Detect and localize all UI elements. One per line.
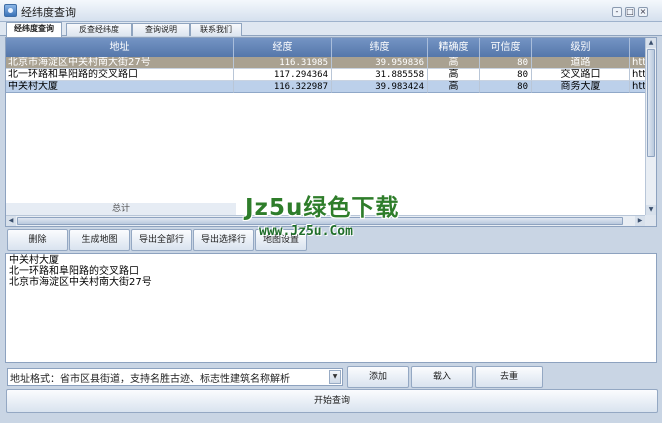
window-title: 经纬度查询 xyxy=(21,6,76,19)
cell-precision: 高 xyxy=(428,57,480,69)
table-row[interactable]: 中关村大厦 116.322987 39.983424 高 80 商务大厦 htt xyxy=(6,81,646,93)
result-line: 北京市海淀区中关村南大街27号 xyxy=(9,277,152,288)
horizontal-scroll-thumb[interactable] xyxy=(17,217,623,225)
cell-precision: 高 xyxy=(428,69,480,81)
cell-confidence: 80 xyxy=(480,81,532,93)
cell-latitude: 39.959836 xyxy=(332,57,428,69)
cell-url: htt xyxy=(630,81,646,93)
cell-level: 商务大厦 xyxy=(532,81,630,93)
tab-reverse-lookup[interactable]: 反查经纬度 xyxy=(66,23,132,36)
vertical-scroll-thumb[interactable] xyxy=(647,49,655,157)
cell-level: 交叉路口 xyxy=(532,69,630,81)
result-line: 中关村大厦 xyxy=(9,255,59,266)
scroll-up-arrow-icon[interactable]: ▲ xyxy=(646,38,656,48)
cell-address: 北一环路和阜阳路的交叉路口 xyxy=(6,69,234,81)
results-textarea[interactable]: 中关村大厦 北一环路和阜阳路的交叉路口 北京市海淀区中关村南大街27号 xyxy=(5,253,657,363)
cell-url: htt xyxy=(630,69,646,81)
add-button[interactable]: 添加 xyxy=(347,366,409,388)
cell-longitude: 116.322987 xyxy=(234,81,332,93)
table-header: 地址 经度 纬度 精确度 可信度 级别 xyxy=(6,38,646,57)
column-header-longitude[interactable]: 经度 xyxy=(234,38,332,57)
delete-button[interactable]: 删除 xyxy=(7,229,68,251)
tab-query-help[interactable]: 查询说明 xyxy=(132,23,190,36)
export-all-button[interactable]: 导出全部行 xyxy=(131,229,192,251)
scroll-left-arrow-icon[interactable]: ◀ xyxy=(6,216,16,226)
cell-latitude: 39.983424 xyxy=(332,81,428,93)
cell-level: 道路 xyxy=(532,57,630,69)
tab-bar: 经纬度查询 反查经纬度 查询说明 联系我们 xyxy=(0,22,662,37)
cell-longitude: 117.294364 xyxy=(234,69,332,81)
column-header-latitude[interactable]: 纬度 xyxy=(332,38,428,57)
tab-contact-us[interactable]: 联系我们 xyxy=(190,23,242,36)
result-line: 北一环路和阜阳路的交叉路口 xyxy=(9,266,139,277)
table-row[interactable]: 北一环路和阜阳路的交叉路口 117.294364 31.885558 高 80 … xyxy=(6,69,646,81)
cell-precision: 高 xyxy=(428,81,480,93)
table-row[interactable]: 北京市海淀区中关村南大街27号 116.31985 39.959836 高 80… xyxy=(6,57,646,69)
make-map-button[interactable]: 生成地图 xyxy=(69,229,130,251)
results-table: 地址 经度 纬度 精确度 可信度 级别 北京市海淀区中关村南大街27号 116.… xyxy=(5,37,657,227)
map-settings-button[interactable]: 地图设置 xyxy=(255,229,307,251)
export-selected-button[interactable]: 导出选择行 xyxy=(193,229,254,251)
tab-lnglat-query[interactable]: 经纬度查询 xyxy=(6,22,62,37)
cell-confidence: 80 xyxy=(480,57,532,69)
column-header-precision[interactable]: 精确度 xyxy=(428,38,480,57)
close-button[interactable]: × xyxy=(638,7,648,17)
dedupe-button[interactable]: 去重 xyxy=(475,366,543,388)
scroll-right-arrow-icon[interactable]: ▶ xyxy=(635,216,645,226)
cell-confidence: 80 xyxy=(480,69,532,81)
start-query-button[interactable]: 开始查询 xyxy=(6,389,658,413)
cell-longitude: 116.31985 xyxy=(234,57,332,69)
cell-url: htt xyxy=(630,57,646,69)
minimize-button[interactable]: - xyxy=(612,7,622,17)
scroll-down-arrow-icon[interactable]: ▼ xyxy=(646,205,656,215)
app-icon xyxy=(4,4,17,17)
cell-address: 北京市海淀区中关村南大街27号 xyxy=(6,57,234,69)
title-bar: 经纬度查询 - □ × xyxy=(0,0,662,22)
address-input[interactable] xyxy=(10,370,328,384)
column-header-confidence[interactable]: 可信度 xyxy=(480,38,532,57)
address-combobox[interactable]: ▼ xyxy=(7,368,343,386)
horizontal-scrollbar[interactable]: ◀ ▶ xyxy=(6,215,646,226)
column-header-address[interactable]: 地址 xyxy=(6,38,234,57)
column-header-level[interactable]: 级别 xyxy=(532,38,630,57)
maximize-button[interactable]: □ xyxy=(625,7,635,17)
load-button[interactable]: 载入 xyxy=(411,366,473,388)
scrollbar-corner xyxy=(645,215,656,226)
chevron-down-icon[interactable]: ▼ xyxy=(329,370,341,384)
total-label: 总计 xyxy=(6,203,236,215)
cell-latitude: 31.885558 xyxy=(332,69,428,81)
column-header-url[interactable] xyxy=(630,38,646,57)
vertical-scrollbar[interactable]: ▲ ▼ xyxy=(645,38,656,215)
cell-address: 中关村大厦 xyxy=(6,81,234,93)
